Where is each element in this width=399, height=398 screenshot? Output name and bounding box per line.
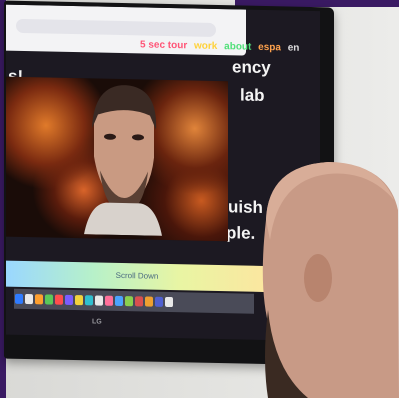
tv-brand-logo: LG <box>92 318 102 326</box>
dock-icon <box>15 293 23 304</box>
nav-item: en <box>287 42 300 54</box>
dock-icon <box>45 294 53 305</box>
dock-icon <box>155 296 163 307</box>
dock-icon <box>95 295 103 306</box>
video-frame <box>6 76 228 242</box>
dock-icon <box>125 296 133 307</box>
dock-icon <box>105 295 113 306</box>
screen-text: ency <box>232 57 271 78</box>
screen-text: lab <box>240 85 265 106</box>
dock-icon <box>145 296 153 307</box>
scroll-banner: Scroll Down <box>6 260 268 293</box>
dock-icon <box>115 295 123 307</box>
dock-icon <box>135 296 143 307</box>
dock-icon <box>85 295 93 306</box>
photo-scene: 5 sec tour work about espa en s! ency la… <box>0 0 399 398</box>
nav-item: 5 sec tour <box>140 39 188 52</box>
dock-icon <box>75 295 83 306</box>
nav-item: about <box>224 41 252 53</box>
bald-man-silhouette <box>262 162 399 398</box>
nav-item: work <box>194 40 218 53</box>
scroll-label: Scroll Down <box>115 270 159 281</box>
nav-item: espa <box>258 41 281 54</box>
dock-icon <box>55 294 63 305</box>
dock-icon <box>165 296 173 308</box>
url-field <box>16 18 216 37</box>
dock-icon <box>65 294 73 305</box>
app-dock <box>14 288 254 314</box>
dock-icon <box>25 293 33 305</box>
face-illustration <box>84 85 162 236</box>
dock-icon <box>35 294 43 305</box>
